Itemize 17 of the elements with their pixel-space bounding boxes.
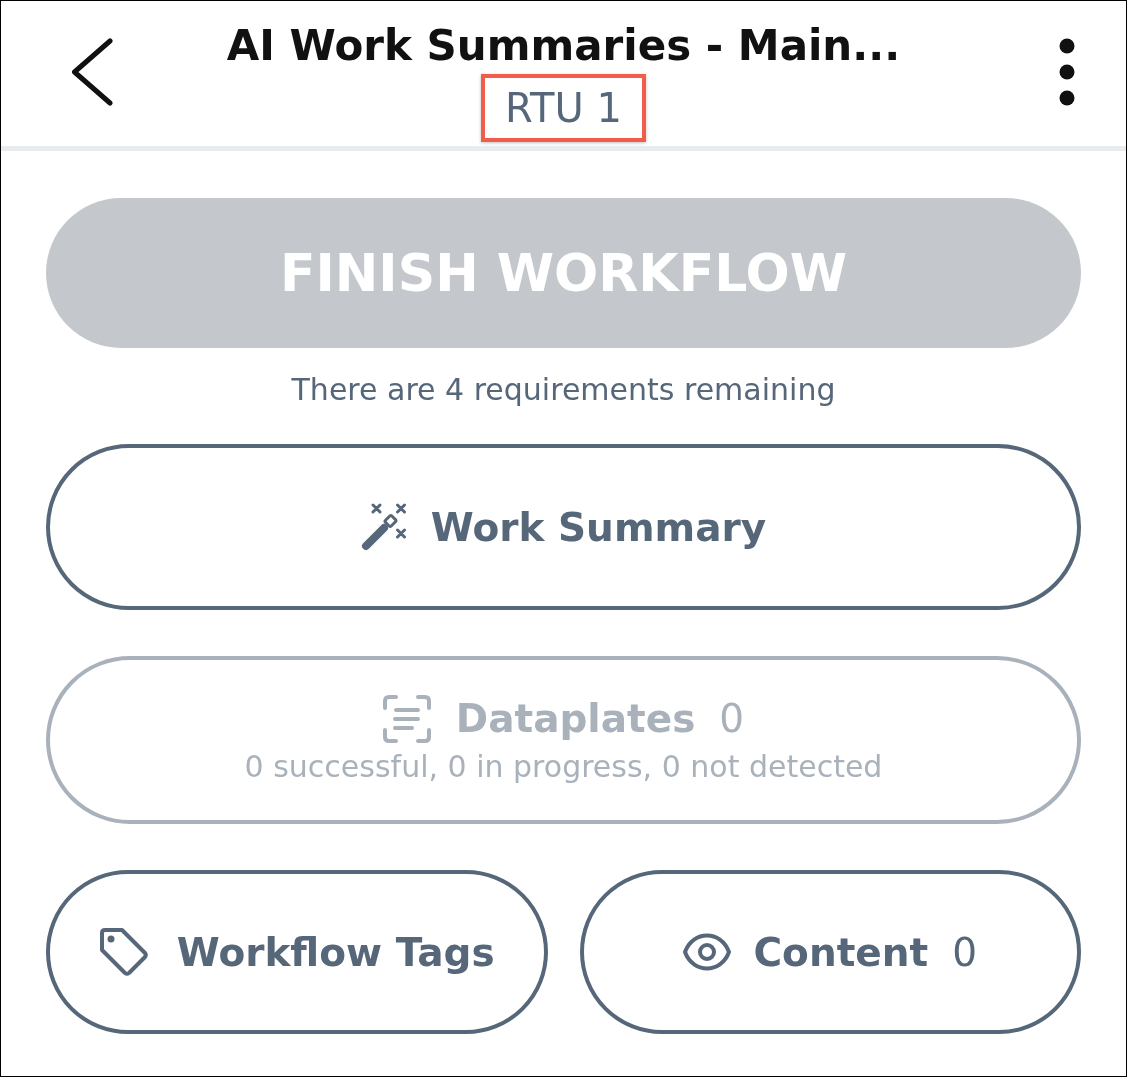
dataplates-count: 0 — [719, 695, 745, 743]
more-options-icon — [1059, 38, 1075, 106]
tag-icon — [98, 927, 149, 977]
page-title: AI Work Summaries - Main... — [226, 23, 901, 69]
magic-wand-icon — [360, 503, 409, 551]
eye-icon — [683, 933, 732, 971]
scan-frame-icon — [382, 695, 431, 743]
dataplates-status-text: 0 successful, 0 in progress, 0 not detected — [244, 749, 883, 785]
work-summary-button[interactable]: Work Summary — [46, 444, 1081, 610]
more-options-button[interactable] — [1059, 38, 1075, 106]
requirements-note: There are 4 requirements remaining — [291, 372, 836, 408]
content-count: 0 — [952, 929, 977, 975]
back-button[interactable] — [71, 38, 113, 106]
subtitle-text: RTU 1 — [505, 84, 622, 132]
chevron-left-icon — [71, 38, 113, 106]
workflow-tags-button[interactable]: Workflow Tags — [46, 870, 548, 1034]
content-button[interactable]: Content 0 — [579, 870, 1081, 1034]
